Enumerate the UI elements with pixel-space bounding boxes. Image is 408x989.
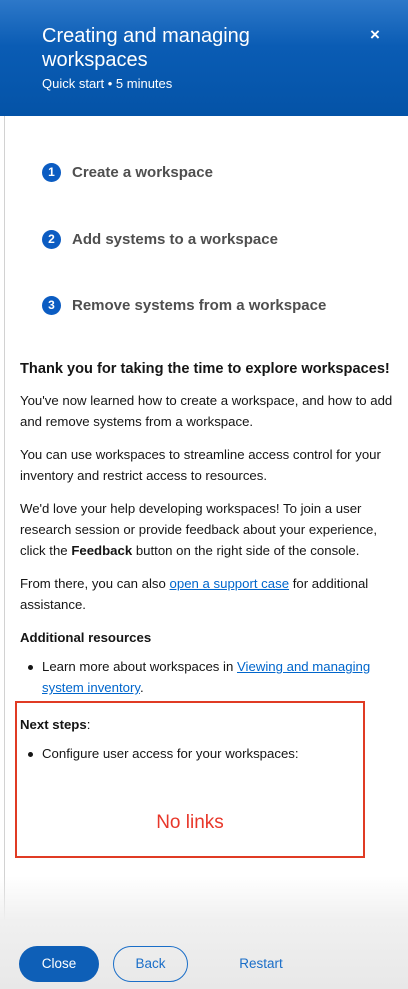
next-steps-section: Next steps: Configure user access for yo… <box>20 714 360 775</box>
step-item-add-systems[interactable]: 2 Add systems to a workspace <box>42 227 392 251</box>
annotation-label: No links <box>156 812 224 833</box>
conclusion-heading: Thank you for taking the time to explore… <box>20 361 390 377</box>
next-steps-title: Next steps <box>20 717 87 732</box>
next-steps-list: Configure user access for your workspace… <box>20 743 360 764</box>
conclusion-content: Thank you for taking the time to explore… <box>20 359 402 709</box>
step-label: Remove systems from a workspace <box>72 296 327 314</box>
resource-list: Learn more about workspaces in Viewing a… <box>20 656 402 698</box>
next-steps-colon: : <box>86 717 91 732</box>
step-label: Add systems to a workspace <box>72 230 278 248</box>
list-item: Configure user access for your workspace… <box>20 743 360 764</box>
step-number-badge: 1 <box>42 162 61 182</box>
support-case-link[interactable]: open a support case <box>170 576 290 591</box>
quick-start-duration: Quick start • 5 minutes <box>42 76 173 91</box>
close-icon[interactable]: × <box>366 26 384 44</box>
support-paragraph: From there, you can also open a support … <box>20 573 402 615</box>
step-number-badge: 2 <box>42 229 61 249</box>
feedback-paragraph: We'd love your help developing workspace… <box>20 498 402 561</box>
next-steps-heading: Next steps: <box>20 714 360 735</box>
left-divider <box>4 116 5 989</box>
feedback-text-end: button on the right side of the console. <box>132 543 360 558</box>
page-title: Creating and managing workspaces <box>42 25 250 71</box>
step-item-remove-systems[interactable]: 3 Remove systems from a workspace <box>42 293 392 317</box>
list-item: Learn more about workspaces in Viewing a… <box>20 656 402 698</box>
panel-header: Creating and managing workspaces Quick s… <box>0 0 408 116</box>
back-button[interactable]: Back <box>113 946 188 982</box>
support-text-start: From there, you can also <box>20 576 170 591</box>
summary-paragraph: You've now learned how to create a works… <box>20 393 393 429</box>
usage-paragraph: You can use workspaces to streamline acc… <box>20 447 381 483</box>
step-label: Create a workspace <box>72 163 213 181</box>
resource-period: . <box>139 680 144 695</box>
feedback-bold: Feedback <box>71 543 133 558</box>
step-item-create-workspace[interactable]: 1 Create a workspace <box>42 160 392 184</box>
restart-button[interactable]: Restart <box>225 946 297 982</box>
close-button[interactable]: Close <box>19 946 99 982</box>
quick-start-panel: Creating and managing workspaces Quick s… <box>0 0 408 989</box>
additional-resources-heading: Additional resources <box>20 630 152 645</box>
step-number-badge: 3 <box>42 295 61 315</box>
resource-text: Learn more about workspaces in <box>42 659 237 674</box>
